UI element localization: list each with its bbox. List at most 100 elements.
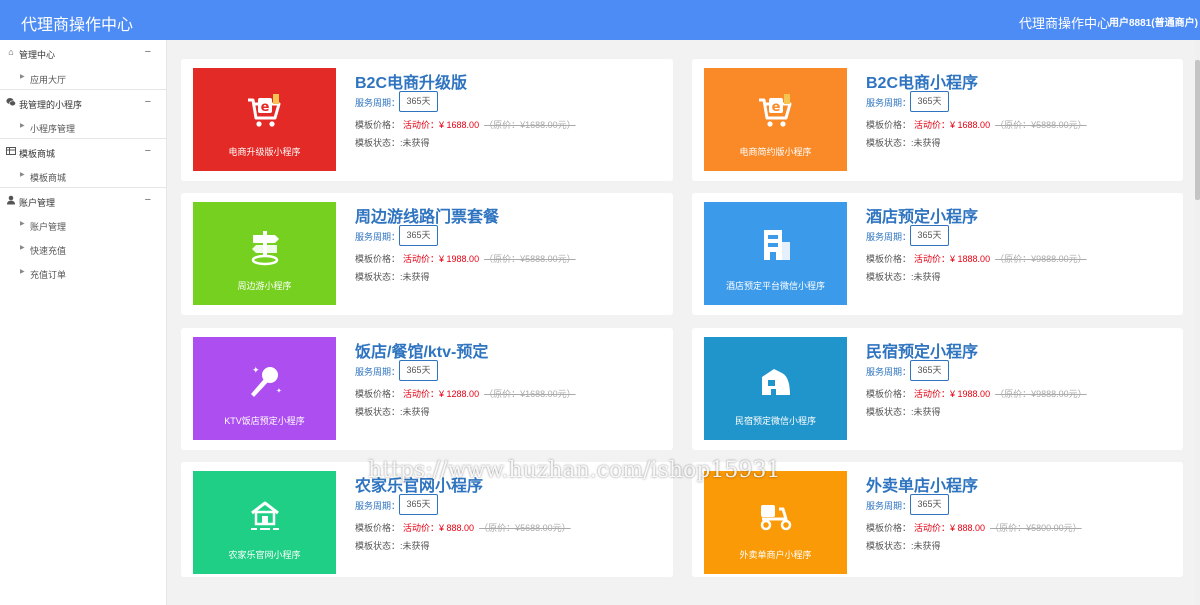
service-cycle-option[interactable]: 365天	[399, 494, 438, 515]
template-thumbnail[interactable]: 农家乐官网小程序	[193, 471, 336, 574]
chevron-right-icon: ▶	[20, 245, 25, 251]
sidebar-item-label: 账户管理	[30, 222, 67, 232]
brand-title[interactable]: 代理商操作中心	[21, 11, 133, 35]
status-label: 模板状态：	[866, 272, 912, 282]
template-status: 模板状态：:未获得	[355, 405, 430, 418]
promo-price-label: 活动价：	[403, 254, 440, 264]
promo-price: ¥ 1688.00	[950, 120, 991, 130]
template-card[interactable]: ✦ ✦ KTV饭店预定小程序 饭店/餐馆/ktv-预定 服务周期： 365天 模板价格： 活动…	[181, 328, 673, 450]
status-value: :未获得	[911, 407, 941, 417]
template-card[interactable]: 民宿预定微信小程序 民宿预定小程序 服务周期： 365天 模板价格： 活动价：¥ 1988…	[692, 328, 1183, 450]
svg-text:✦: ✦	[276, 387, 282, 395]
price-row: 模板价格： 活动价：¥ 1688.00 （原价：¥1688.00元）	[355, 118, 576, 131]
guesthouse-icon	[756, 361, 796, 401]
template-thumbnail[interactable]: 外卖单商户小程序	[704, 471, 847, 574]
template-thumbnail[interactable]: 周边游小程序	[193, 202, 336, 305]
service-cycle-option[interactable]: 365天	[399, 360, 438, 381]
sidebar-group-label: 我管理的小程序	[19, 100, 83, 110]
status-label: 模板状态：	[355, 541, 401, 551]
page-scrollbar[interactable]	[1195, 40, 1200, 605]
sidebar-item-label: 充值订单	[30, 270, 67, 280]
collapse-icon[interactable]: −	[145, 194, 151, 206]
sidebar-item-account-management[interactable]: ▶ 账户管理	[0, 212, 166, 236]
status-value: :未获得	[400, 541, 430, 551]
status-label: 模板状态：	[355, 407, 401, 417]
hotel-building-icon	[756, 226, 796, 266]
price-label: 模板价格：	[866, 389, 912, 399]
service-cycle-option[interactable]: 365天	[910, 360, 949, 381]
template-thumbnail[interactable]: e 电商升级版小程序	[193, 68, 336, 171]
sidebar-item-template-mall[interactable]: ▶ 模板商城	[0, 163, 166, 187]
service-cycle-option[interactable]: 365天	[910, 494, 949, 515]
price-row: 模板价格： 活动价：¥ 1888.00 （原价：¥9888.00元）	[866, 252, 1087, 265]
promo-price-label: 活动价：	[914, 523, 951, 533]
svg-text:e: e	[260, 100, 269, 115]
template-title[interactable]: 饭店/餐馆/ktv-预定	[355, 338, 488, 362]
service-cycle-option[interactable]: 365天	[910, 225, 949, 246]
promo-price: ¥ 1888.00	[950, 254, 991, 264]
template-thumbnail-label: 周边游小程序	[237, 281, 292, 291]
template-thumbnail-label: 电商简约版小程序	[739, 147, 812, 157]
service-cycle-option[interactable]: 365天	[910, 91, 949, 112]
chevron-right-icon: ▶	[20, 221, 25, 227]
template-card[interactable]: e 电商简约版小程序 B2C电商小程序 服务周期： 365天 模板价格： 活动价：¥ 168…	[692, 59, 1183, 181]
sidebar-group-label: 模板商城	[19, 149, 56, 159]
price-label: 模板价格：	[355, 120, 401, 130]
template-title[interactable]: B2C电商小程序	[866, 69, 978, 93]
template-title[interactable]: 周边游线路门票套餐	[355, 203, 499, 227]
sidebar-item-miniprogram-management[interactable]: ▶ 小程序管理	[0, 114, 166, 138]
template-thumbnail[interactable]: 酒店预定平台微信小程序	[704, 202, 847, 305]
user-icon	[6, 195, 16, 205]
user-menu[interactable]: 用户8881(普通商户)▼	[1109, 14, 1200, 29]
sidebar-item-recharge-orders[interactable]: ▶ 充值订单	[0, 260, 166, 284]
template-title[interactable]: 外卖单店小程序	[866, 472, 978, 496]
template-thumbnail-label: 电商升级版小程序	[228, 147, 301, 157]
collapse-icon[interactable]: −	[145, 96, 151, 108]
template-thumbnail[interactable]: 民宿预定微信小程序	[704, 337, 847, 440]
sidebar-item-app-hall[interactable]: ▶ 应用大厅	[0, 65, 166, 89]
template-title[interactable]: 酒店预定小程序	[866, 203, 978, 227]
service-cycle-label: 服务周期：	[355, 501, 401, 511]
service-cycle-option[interactable]: 365天	[399, 91, 438, 112]
template-card[interactable]: 酒店预定平台微信小程序 酒店预定小程序服务周期： 365天模板价格： 活动价：¥ 18…	[692, 193, 1183, 315]
price-label: 模板价格：	[355, 254, 401, 264]
template-thumbnail[interactable]: ✦ ✦ KTV饭店预定小程序	[193, 337, 336, 440]
svg-text:e: e	[771, 100, 780, 115]
service-cycle-label: 服务周期：	[866, 232, 912, 242]
promo-price-label: 活动价：	[403, 523, 440, 533]
sidebar-group-account[interactable]: 账户管理 −	[0, 187, 166, 212]
template-status: 模板状态：:未获得	[866, 136, 941, 149]
shopping-cart-icon: e	[756, 92, 796, 132]
status-label: 模板状态：	[866, 138, 912, 148]
template-card[interactable]: e 电商升级版小程序 B2C电商升级版 服务周期： 365天 模板价格： 活动价：¥ 168…	[181, 59, 673, 181]
sidebar-group-template-mall[interactable]: 模板商城 −	[0, 138, 166, 163]
template-title[interactable]: B2C电商升级版	[355, 69, 467, 93]
price-label: 模板价格：	[355, 389, 401, 399]
template-title[interactable]: 民宿预定小程序	[866, 338, 978, 362]
template-thumbnail-label: 外卖单商户小程序	[739, 550, 812, 560]
scrollbar-thumb[interactable]	[1195, 60, 1200, 200]
promo-price: ¥ 1288.00	[439, 389, 480, 399]
collapse-icon[interactable]: −	[145, 46, 151, 58]
template-card[interactable]: 周边游小程序 周边游线路门票套餐 服务周期： 365天 模板价格： 活动价：¥ 1988.…	[181, 193, 673, 315]
service-cycle-label: 服务周期：	[866, 501, 912, 511]
user-name: 用户8881(普通商户)	[1109, 18, 1198, 29]
sidebar-group-management[interactable]: ⌂ 管理中心 −	[0, 40, 166, 65]
svg-text:✦: ✦	[252, 365, 260, 375]
sidebar-group-my-miniprograms[interactable]: 我管理的小程序 −	[0, 89, 166, 114]
chevron-right-icon: ▶	[20, 74, 25, 80]
price-row: 模板价格： 活动价：¥ 1988.00 （原价：¥5888.00元）	[355, 252, 576, 265]
sidebar-item-quick-recharge[interactable]: ▶ 快速充值	[0, 236, 166, 260]
original-price: （原价：¥5688.00元）	[479, 523, 571, 533]
template-thumbnail[interactable]: e 电商简约版小程序	[704, 68, 847, 171]
service-cycle-label: 服务周期：	[866, 98, 912, 108]
service-cycle-option[interactable]: 365天	[399, 225, 438, 246]
shopping-cart-icon: e	[245, 92, 285, 132]
promo-price: ¥ 1988.00	[950, 389, 991, 399]
promo-price-label: 活动价：	[403, 120, 440, 130]
original-price: （原价：¥5888.00元）	[484, 254, 576, 264]
collapse-icon[interactable]: −	[145, 145, 151, 157]
promo-price: ¥ 1688.00	[439, 120, 480, 130]
promo-price: ¥ 1988.00	[439, 254, 480, 264]
home-icon: ⌂	[8, 47, 14, 57]
